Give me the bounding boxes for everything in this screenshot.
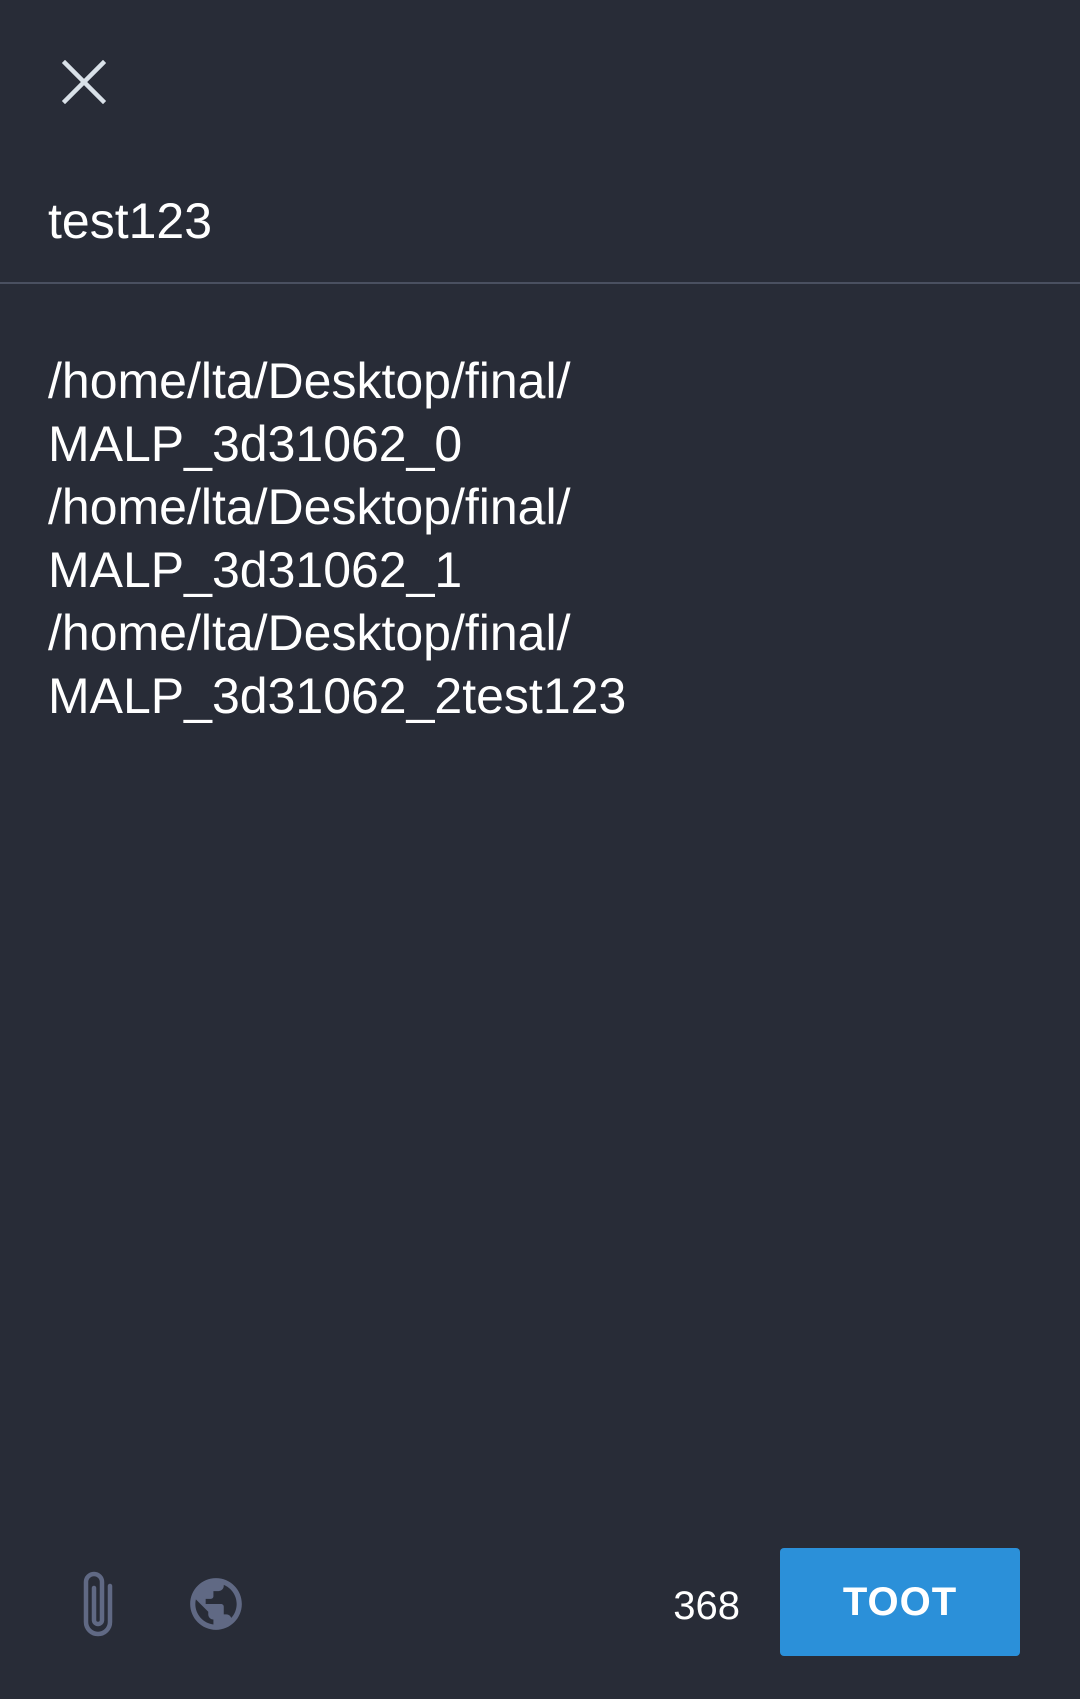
content-warning-field[interactable]: test123 — [0, 170, 1080, 284]
compose-screen: test123 /home/lta/Desktop/final/ MALP_3d… — [0, 0, 1080, 1699]
paperclip-icon — [83, 1571, 113, 1637]
content-warning-input[interactable]: test123 — [48, 196, 212, 246]
close-icon — [62, 60, 106, 104]
globe-icon — [190, 1578, 242, 1630]
attach-media-button[interactable] — [62, 1568, 134, 1640]
toot-button[interactable]: TOOT — [780, 1548, 1020, 1656]
close-button[interactable] — [52, 50, 116, 114]
visibility-button[interactable] — [180, 1568, 252, 1640]
compose-toolbar: 368 TOOT — [0, 1548, 1080, 1658]
compose-text-area[interactable]: /home/lta/Desktop/final/ MALP_3d31062_0 … — [48, 350, 1028, 728]
character-count: 368 — [673, 1584, 740, 1628]
